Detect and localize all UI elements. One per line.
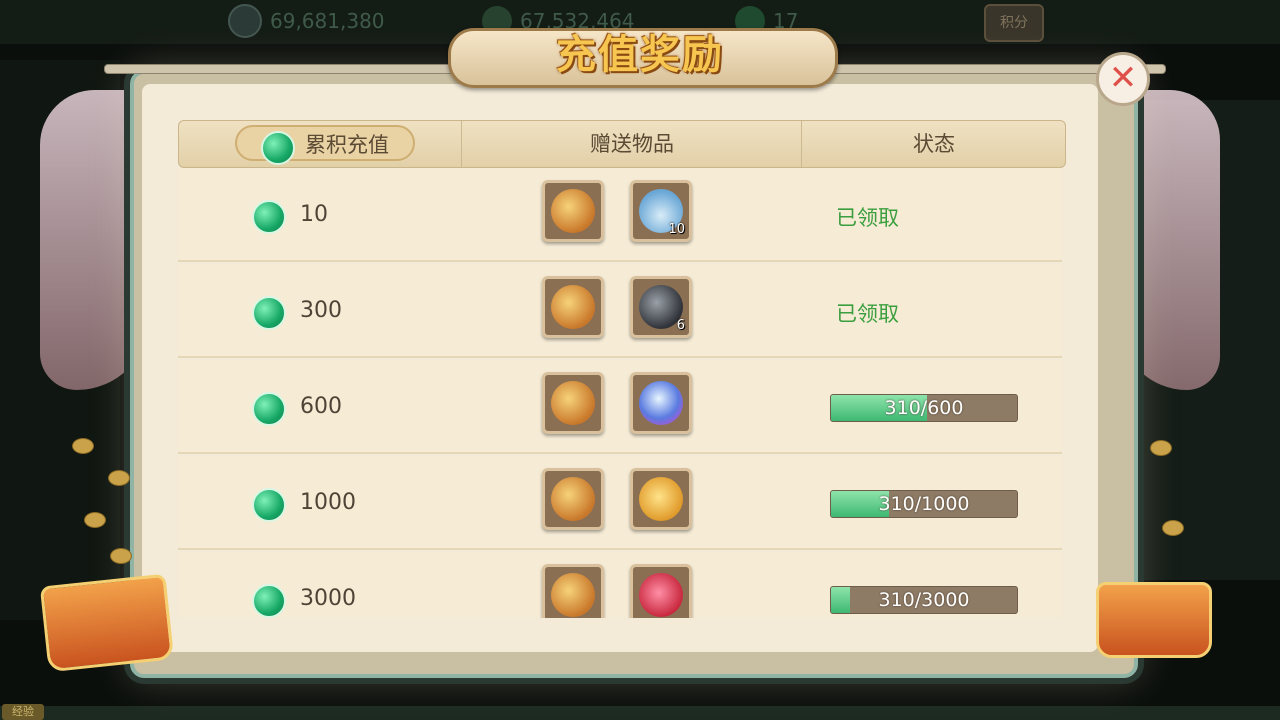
reward-amount: 300 — [300, 298, 342, 323]
status-claimed: 已领取 — [836, 206, 899, 230]
crystal-orb-icon — [639, 381, 683, 425]
item-quantity: 10 — [668, 222, 685, 237]
progress-label: 310/1000 — [878, 493, 970, 515]
reward-item-slot[interactable] — [630, 564, 692, 618]
reward-item-slot[interactable] — [630, 372, 692, 434]
money-bag-icon — [551, 189, 595, 233]
coin-icon — [1162, 520, 1184, 536]
reward-item-slot[interactable] — [542, 468, 604, 530]
exp-tag: 经验 — [2, 704, 44, 720]
reward-row: 600 310/600 — [178, 360, 1062, 454]
jade-icon — [252, 200, 286, 234]
progress-bar: 310/3000 — [830, 586, 1018, 614]
header-gift-items: 赠送物品 — [461, 121, 802, 167]
coin-icon — [84, 512, 106, 528]
reward-item-slot[interactable]: 6 — [630, 276, 692, 338]
reward-item-slot[interactable] — [542, 372, 604, 434]
treasure-chest-right-icon — [1096, 582, 1212, 658]
score-button[interactable]: 积分 — [984, 4, 1044, 42]
money-bag-icon — [551, 381, 595, 425]
close-button[interactable]: ✕ — [1096, 52, 1150, 106]
reward-amount: 3000 — [300, 586, 356, 611]
reward-amount: 1000 — [300, 490, 356, 515]
progress-bar: 310/600 — [830, 394, 1018, 422]
reward-amount: 600 — [300, 394, 342, 419]
close-icon: ✕ — [1108, 58, 1138, 98]
treasure-chest-left-icon — [39, 573, 175, 673]
progress-label: 310/600 — [884, 397, 964, 419]
bottom-bar — [0, 706, 1280, 720]
contribution-icon — [228, 4, 262, 38]
reward-row: 1000 310/1000 — [178, 456, 1062, 550]
resource-contribution: 69,681,380 — [228, 4, 385, 38]
reward-item-slot[interactable] — [542, 180, 604, 242]
header-cumulative: 累积充值 — [235, 125, 415, 165]
jade-icon — [252, 584, 286, 618]
jade-icon — [252, 488, 286, 522]
reward-row: 10 10 已领取 — [178, 168, 1062, 262]
header-status: 状态 — [801, 121, 1066, 167]
reward-amount: 10 — [300, 202, 328, 227]
money-bag-icon — [551, 477, 595, 521]
jade-icon — [261, 131, 295, 165]
dialog-title: 充值奖励 — [556, 32, 724, 78]
coin-icon — [110, 548, 132, 564]
progress-bar: 310/1000 — [830, 490, 1018, 518]
status-claimed: 已领取 — [836, 302, 899, 326]
reward-item-slot[interactable] — [542, 564, 604, 618]
jade-icon — [252, 296, 286, 330]
coin-icon — [72, 438, 94, 454]
reward-row: 3000 310/3000 — [178, 552, 1062, 618]
jade-icon — [252, 392, 286, 426]
gold-pouch-icon — [639, 477, 683, 521]
resource-contribution-value: 69,681,380 — [270, 9, 385, 33]
progress-label: 310/3000 — [878, 589, 970, 611]
table-header: 累积充值 赠送物品 状态 — [178, 120, 1066, 168]
reward-row: 300 6 已领取 — [178, 264, 1062, 358]
red-pouch-icon — [639, 573, 683, 617]
money-bag-icon — [551, 285, 595, 329]
header-cumulative-label: 累积充值 — [305, 133, 389, 157]
reward-item-slot[interactable] — [630, 468, 692, 530]
reward-list[interactable]: 10 10 已领取 300 6 已领取 600 310/600 1000 310… — [178, 168, 1062, 618]
coin-icon — [1150, 440, 1172, 456]
coin-icon — [108, 470, 130, 486]
reward-item-slot[interactable]: 10 — [630, 180, 692, 242]
money-bag-icon — [551, 573, 595, 617]
reward-item-slot[interactable] — [542, 276, 604, 338]
item-quantity: 6 — [676, 318, 685, 333]
